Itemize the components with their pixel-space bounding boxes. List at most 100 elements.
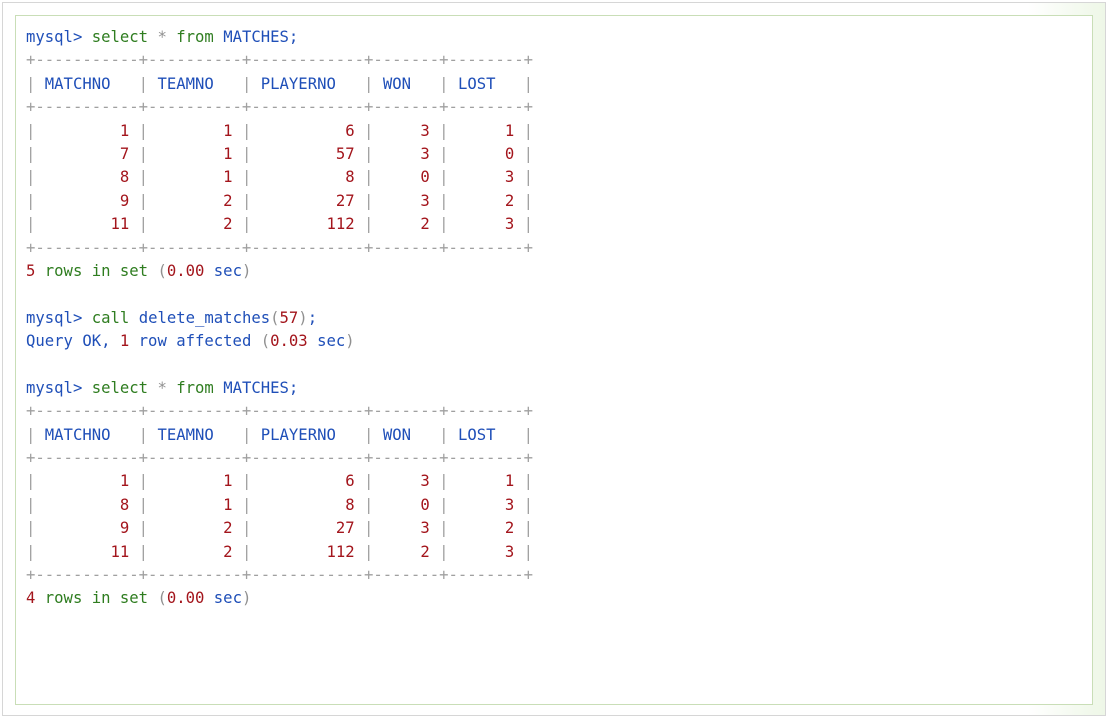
sql-keyword-from: from bbox=[176, 28, 214, 46]
table-pipe: | bbox=[26, 144, 36, 163]
table-pipe: | bbox=[439, 121, 449, 140]
table-pipe: | bbox=[364, 215, 374, 234]
table-pipe: | bbox=[523, 425, 534, 444]
table-cell: 3 bbox=[420, 121, 430, 140]
table-pipe: | bbox=[138, 74, 149, 93]
query-line: mysql> select * from MATCHES; bbox=[26, 377, 533, 400]
paren: ) bbox=[241, 261, 252, 280]
elapsed-time: 0.03 bbox=[270, 332, 308, 351]
time-unit: sec bbox=[317, 332, 346, 351]
table-cell: 8 bbox=[345, 495, 355, 514]
table-pipe: | bbox=[364, 472, 374, 491]
table-cell: 0 bbox=[420, 495, 430, 514]
table-pipe: | bbox=[439, 519, 449, 538]
elapsed-time: 0.00 bbox=[166, 589, 205, 608]
table-cell: 3 bbox=[420, 519, 430, 538]
table-cell: 1 bbox=[504, 121, 515, 140]
table-pipe: | bbox=[241, 215, 252, 234]
table-cell: 9 bbox=[119, 519, 130, 538]
table-pipe: | bbox=[26, 472, 36, 491]
table-pipe: | bbox=[138, 519, 149, 538]
table-cell: 8 bbox=[119, 495, 130, 514]
column-header-playerno: PLAYERNO bbox=[260, 425, 336, 444]
table-border-line: +-----------+----------+------------+---… bbox=[26, 400, 533, 423]
table-row: | 8 | 1 | 8 | 0 | 3 | bbox=[26, 166, 533, 189]
table-pipe: | bbox=[241, 495, 252, 514]
row-count: 5 bbox=[26, 261, 36, 280]
paren: ( bbox=[260, 332, 271, 351]
table-border: +-----------+----------+------------+---… bbox=[26, 402, 533, 421]
table-cell: 2 bbox=[223, 519, 233, 538]
table-cell: 0 bbox=[504, 144, 515, 163]
table-cell: 2 bbox=[223, 215, 233, 234]
table-cell: 1 bbox=[223, 144, 233, 163]
procedure-name: delete_matches bbox=[138, 308, 271, 327]
sql-keyword-select: select bbox=[91, 378, 149, 397]
table-cell: 3 bbox=[504, 542, 515, 561]
table-row: | 1 | 1 | 6 | 3 | 1 | bbox=[26, 470, 533, 493]
mysql-prompt: mysql> bbox=[26, 308, 83, 327]
table-pipe: | bbox=[523, 74, 534, 93]
table-pipe: | bbox=[523, 215, 534, 234]
table-pipe: | bbox=[241, 191, 252, 210]
table-pipe: | bbox=[439, 144, 449, 163]
table-pipe: | bbox=[523, 495, 534, 514]
row-count: 4 bbox=[26, 589, 36, 608]
query-ok-line: Query OK, 1 row affected (0.03 sec) bbox=[26, 330, 533, 353]
mysql-prompt: mysql> bbox=[26, 378, 83, 397]
table-pipe: | bbox=[523, 191, 534, 210]
table-pipe: | bbox=[26, 168, 36, 187]
sql-star: * bbox=[157, 378, 167, 397]
terminal-output-panel: mysql> select * from MATCHES; +----------… bbox=[15, 15, 1093, 705]
table-cell: 2 bbox=[504, 519, 515, 538]
table-pipe: | bbox=[241, 542, 252, 561]
table-pipe: | bbox=[241, 472, 252, 491]
sql-keyword-call: call bbox=[91, 308, 130, 327]
table-pipe: | bbox=[439, 495, 449, 514]
table-pipe: | bbox=[241, 425, 252, 444]
